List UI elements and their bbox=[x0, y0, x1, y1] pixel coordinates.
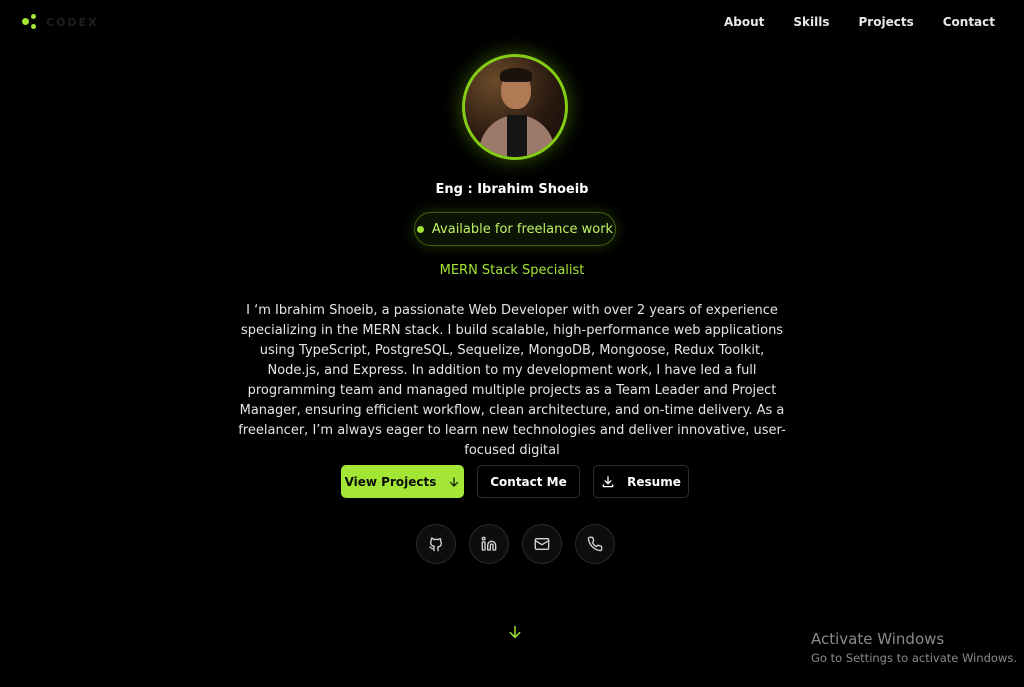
email-link[interactable] bbox=[522, 524, 562, 564]
top-navigation: CODEX About Skills Projects Contact bbox=[0, 0, 1024, 44]
profile-name: Eng : Ibrahim Shoeib bbox=[435, 182, 589, 197]
resume-button[interactable]: Resume bbox=[593, 465, 689, 498]
availability-badge: Available for freelance work bbox=[414, 212, 616, 246]
bio-paragraph: I ‘m Ibrahim Shoeib, a passionate Web De… bbox=[238, 303, 786, 458]
github-icon bbox=[429, 537, 442, 552]
contact-me-button[interactable]: Contact Me bbox=[477, 465, 580, 498]
nav-link-projects[interactable]: Projects bbox=[859, 14, 914, 30]
nav-link-contact[interactable]: Contact bbox=[943, 14, 995, 30]
site-logo[interactable]: CODEX bbox=[22, 14, 99, 30]
linkedin-icon bbox=[481, 536, 497, 551]
status-dot-icon bbox=[416, 225, 424, 233]
arrow-down-icon bbox=[450, 476, 459, 487]
scroll-down-arrow-icon[interactable] bbox=[507, 624, 523, 640]
nav-link-skills[interactable]: Skills bbox=[793, 14, 829, 30]
contact-me-label: Contact Me bbox=[490, 474, 567, 489]
watermark-subtitle: Go to Settings to activate Windows. bbox=[811, 651, 1017, 665]
linkedin-link[interactable] bbox=[469, 524, 509, 564]
nav-link-about[interactable]: About bbox=[724, 14, 764, 30]
phone-link[interactable] bbox=[575, 524, 615, 564]
resume-label: Resume bbox=[627, 474, 681, 489]
view-projects-button[interactable]: View Projects bbox=[341, 465, 464, 498]
profile-avatar bbox=[462, 54, 568, 160]
watermark-title: Activate Windows bbox=[811, 630, 945, 648]
download-icon bbox=[602, 475, 614, 487]
availability-text: Available for freelance work bbox=[431, 221, 614, 237]
mail-icon bbox=[534, 538, 550, 550]
phone-icon bbox=[587, 536, 603, 552]
view-projects-label: View Projects bbox=[344, 474, 437, 489]
role-title: MERN Stack Specialist bbox=[439, 263, 585, 278]
windows-activation-watermark: Activate Windows Go to Settings to activ… bbox=[811, 630, 1017, 666]
logo-text: CODEX bbox=[46, 15, 99, 29]
nav-links: About Skills Projects Contact bbox=[724, 14, 995, 30]
github-link[interactable] bbox=[416, 524, 456, 564]
logo-mark-icon bbox=[22, 14, 38, 30]
